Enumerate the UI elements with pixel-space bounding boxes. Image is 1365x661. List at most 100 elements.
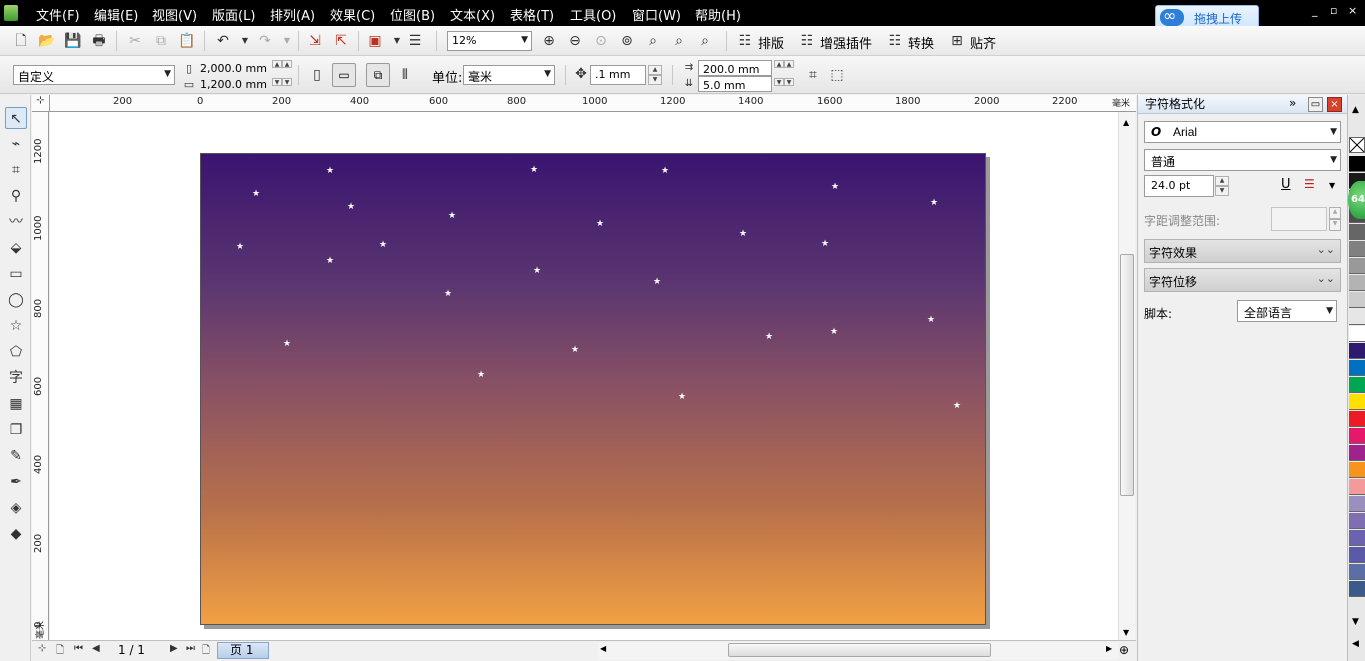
minimize-button[interactable]: _ [1312,4,1318,17]
pick-tool-icon[interactable]: ↖ [5,107,27,129]
enhance-plugin-button[interactable]: 增强插件 [820,33,872,52]
expand-docker-icon[interactable]: » [1289,96,1296,110]
zoom-out-icon[interactable]: ⊖ [566,32,584,50]
redo-dropdown-icon[interactable]: ▼ [278,32,296,50]
table-tool-icon[interactable]: ▦ [5,393,27,415]
outline-pen-tool-icon[interactable]: ✒ [5,471,27,493]
color-swatch[interactable] [1349,292,1365,308]
zoom-level-combo[interactable]: 12% ▼ [447,31,532,51]
zoom-selected-icon[interactable]: ⊙ [592,32,610,50]
star-shape[interactable]: ★ [678,393,686,402]
zoom-page-icon[interactable]: ⌕ [644,32,662,50]
color-swatch[interactable] [1349,258,1365,274]
color-swatch[interactable] [1349,224,1365,240]
color-swatch[interactable] [1349,564,1365,580]
star-shape[interactable]: ★ [252,190,260,199]
spin-down-icon[interactable]: ▼ [282,78,292,86]
menu-edit[interactable]: 编辑(E) [94,5,138,24]
color-swatch[interactable] [1349,156,1365,172]
spin-up-icon[interactable]: ▲ [648,65,662,75]
scroll-up-icon[interactable]: ▲ [1123,118,1129,127]
redo-icon[interactable]: ↷ [256,32,274,50]
color-swatch[interactable] [1349,309,1365,325]
spin-down-icon[interactable]: ▼ [272,78,282,86]
spin-down-icon[interactable]: ▼ [774,78,784,86]
interactive-fill-tool-icon[interactable]: ◆ [5,523,27,545]
zoom-in-icon[interactable]: ⊕ [540,32,558,50]
star-shape[interactable]: ★ [765,333,773,342]
star-shape[interactable]: ★ [236,243,244,252]
star-shape[interactable]: ★ [953,402,961,411]
spin-down-icon[interactable]: ▼ [648,75,662,85]
first-page-icon[interactable]: ⏮ [74,643,83,654]
star-shape[interactable]: ★ [326,167,334,176]
spin-up-icon[interactable]: ▲ [282,60,292,68]
spin-up-icon[interactable]: ▲ [272,60,282,68]
star-shape[interactable]: ★ [653,278,661,287]
color-swatch[interactable] [1349,530,1365,546]
welcome-screen-icon[interactable]: ☰ [406,32,424,50]
copy-icon[interactable]: ⧉ [152,32,170,50]
color-swatch[interactable] [1349,581,1365,597]
drawing-canvas[interactable]: ★ ★ ★ ★ ★ ★ ★ ★ ★ ★ ★ ★ ★ ★ ★ ★ ★ ★ ★ ★ … [50,112,1118,640]
spin-down-icon[interactable]: ▼ [1215,186,1229,196]
zoom-badge[interactable]: 64 [1348,181,1365,219]
new-document-icon[interactable]: 🗋 [12,32,30,50]
color-swatch[interactable] [1349,462,1365,478]
save-icon[interactable]: 💾 [64,32,82,50]
script-combo[interactable]: 全部语言 ▼ [1237,300,1337,322]
close-button[interactable]: × [1348,4,1357,17]
palette-expand-icon[interactable]: ◀ [1352,639,1359,649]
menu-table[interactable]: 表格(T) [510,5,554,24]
color-swatch[interactable] [1349,513,1365,529]
drop-shadow-tool-icon[interactable]: ❐ [5,419,27,441]
page-tab[interactable]: 页 1 [217,642,269,659]
palette-scroll-up-icon[interactable]: ▲ [1352,105,1359,115]
spin-up-icon[interactable]: ▲ [1329,207,1341,219]
vertical-ruler[interactable]: 1200 1000 800 600 400 200 0 毫米 [32,112,49,640]
last-page-icon[interactable]: ⏭ [186,643,195,654]
spin-down-icon[interactable]: ▼ [1329,219,1341,231]
uppercase-icon[interactable]: ☰ [1304,177,1315,191]
menu-tools[interactable]: 工具(O) [570,5,616,24]
shape-tool-icon[interactable]: ⌁ [5,133,27,155]
spin-up-icon[interactable]: ▲ [774,60,784,68]
color-swatch[interactable] [1349,496,1365,512]
convert-icon[interactable]: ☷ [886,32,904,50]
docker-close-button[interactable]: × [1327,97,1342,112]
snap-icon[interactable]: ⊞ [948,32,966,50]
color-swatch[interactable] [1349,326,1365,342]
duplicate-x-field[interactable]: 200.0 mm [698,60,772,76]
export-icon[interactable]: ⇱ [332,32,350,50]
character-shift-section[interactable]: 字符位移 ⌄⌄ [1144,268,1341,292]
rectangle-tool-icon[interactable]: ▭ [5,263,27,285]
page-background-rectangle[interactable]: ★ ★ ★ ★ ★ ★ ★ ★ ★ ★ ★ ★ ★ ★ ★ ★ ★ ★ ★ ★ … [200,153,986,625]
color-swatch[interactable] [1349,411,1365,427]
horizontal-scroll-thumb[interactable] [728,643,991,657]
color-swatch[interactable] [1349,394,1365,410]
color-swatch[interactable] [1349,428,1365,444]
undo-dropdown-icon[interactable]: ▼ [236,32,254,50]
unit-combo[interactable]: 毫米 ▼ [463,65,555,85]
color-swatch[interactable] [1349,275,1365,291]
horizontal-scrollbar[interactable]: ◀ ▶ [598,642,1118,659]
docker-minimize-button[interactable]: ▭ [1308,97,1323,112]
ellipse-tool-icon[interactable]: ◯ [5,289,27,311]
cut-icon[interactable]: ✂ [126,32,144,50]
plugin-icon[interactable]: ☷ [798,32,816,50]
color-swatch[interactable] [1349,360,1365,376]
star-shape[interactable]: ★ [379,241,387,250]
scroll-right-icon[interactable]: ▶ [1106,644,1112,653]
font-family-combo[interactable]: O Arial ▼ [1144,121,1341,143]
star-shape[interactable]: ★ [927,316,935,325]
text-tool-icon[interactable]: 字 [5,367,27,389]
convert-button[interactable]: 转换 [908,33,934,52]
font-style-combo[interactable]: 普通 ▼ [1144,149,1341,171]
crop-tool-icon[interactable]: ⌗ [5,159,27,181]
menu-text[interactable]: 文本(X) [450,5,495,24]
kerning-range-field[interactable] [1271,207,1327,231]
menu-layout[interactable]: 版面(L) [212,5,255,24]
insert-page-before-icon[interactable]: 🗋 [56,643,64,660]
eyedropper-tool-icon[interactable]: ✎ [5,445,27,467]
snap-button[interactable]: 贴齐 [970,33,996,52]
